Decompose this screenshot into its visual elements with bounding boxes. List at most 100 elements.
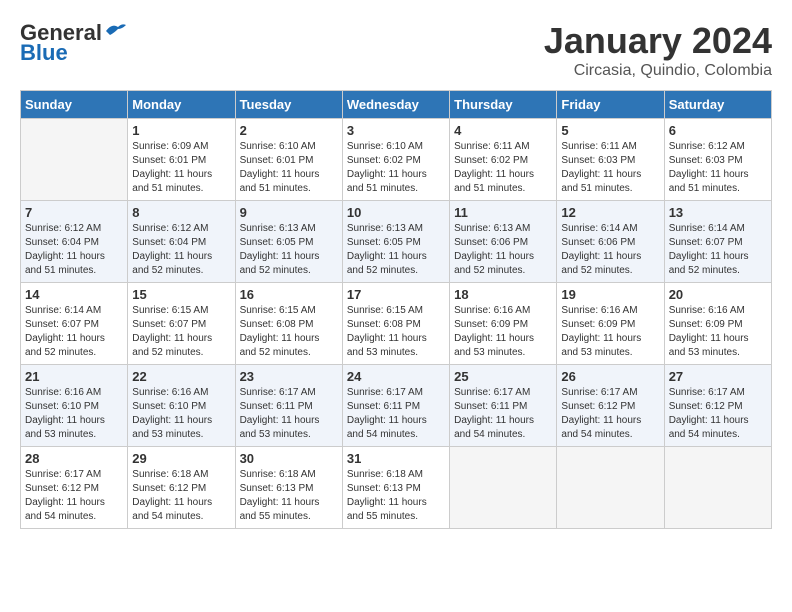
day-info: Sunrise: 6:16 AMSunset: 6:09 PMDaylight:… <box>561 304 659 360</box>
day-number: 21 <box>25 369 123 384</box>
day-number: 2 <box>240 123 338 138</box>
calendar-day-cell: 2 Sunrise: 6:10 AMSunset: 6:01 PMDaylight… <box>235 119 342 201</box>
day-number: 27 <box>669 369 767 384</box>
page-header: General Blue January 2024 Circasia, Quin… <box>20 20 772 80</box>
calendar-day-cell: 25 Sunrise: 6:17 AMSunset: 6:11 PMDayligh… <box>450 365 557 447</box>
calendar-day-cell: 21Sunrise: 6:16 AMSunset: 6:10 PMDayligh… <box>21 365 128 447</box>
calendar-day-cell: 14 Sunrise: 6:14 AMSunset: 6:07 PMDayligh… <box>21 283 128 365</box>
day-info: Sunrise: 6:15 AMSunset: 6:08 PMDaylight:… <box>347 304 445 360</box>
weekday-header-tuesday: Tuesday <box>235 91 342 119</box>
day-info: Sunrise: 6:15 AMSunset: 6:07 PMDaylight:… <box>132 304 230 360</box>
calendar-week-row: 7Sunrise: 6:12 AMSunset: 6:04 PMDaylight… <box>21 201 772 283</box>
calendar-day-cell: 16 Sunrise: 6:15 AMSunset: 6:08 PMDayligh… <box>235 283 342 365</box>
logo-blue: Blue <box>20 40 68 66</box>
day-info: Sunrise: 6:16 AMSunset: 6:09 PMDaylight:… <box>454 304 552 360</box>
calendar-week-row: 14 Sunrise: 6:14 AMSunset: 6:07 PMDayligh… <box>21 283 772 365</box>
calendar-day-cell: 3Sunrise: 6:10 AMSunset: 6:02 PMDaylight… <box>342 119 449 201</box>
day-info: Sunrise: 6:13 AMSunset: 6:06 PMDaylight:… <box>454 222 552 278</box>
day-info: Sunrise: 6:17 AMSunset: 6:11 PMDaylight:… <box>454 386 552 442</box>
day-number: 12 <box>561 205 659 220</box>
day-number: 28 <box>25 451 123 466</box>
weekday-header-thursday: Thursday <box>450 91 557 119</box>
day-info: Sunrise: 6:11 AMSunset: 6:02 PMDaylight:… <box>454 140 552 196</box>
day-info: Sunrise: 6:16 AMSunset: 6:09 PMDaylight:… <box>669 304 767 360</box>
calendar-day-cell: 7Sunrise: 6:12 AMSunset: 6:04 PMDaylight… <box>21 201 128 283</box>
day-number: 4 <box>454 123 552 138</box>
day-info: Sunrise: 6:10 AMSunset: 6:01 PMDaylight:… <box>240 140 338 196</box>
calendar-day-cell: 29 Sunrise: 6:18 AMSunset: 6:12 PMDayligh… <box>128 447 235 529</box>
day-number: 16 <box>240 287 338 302</box>
calendar-day-cell: 6 Sunrise: 6:12 AMSunset: 6:03 PMDaylight… <box>664 119 771 201</box>
day-number: 18 <box>454 287 552 302</box>
day-info: Sunrise: 6:10 AMSunset: 6:02 PMDaylight:… <box>347 140 445 196</box>
weekday-header-sunday: Sunday <box>21 91 128 119</box>
calendar-day-cell: 13Sunrise: 6:14 AMSunset: 6:07 PMDayligh… <box>664 201 771 283</box>
day-info: Sunrise: 6:17 AMSunset: 6:12 PMDaylight:… <box>25 468 123 524</box>
day-number: 10 <box>347 205 445 220</box>
calendar-day-cell: 30 Sunrise: 6:18 AMSunset: 6:13 PMDayligh… <box>235 447 342 529</box>
day-info: Sunrise: 6:17 AMSunset: 6:11 PMDaylight:… <box>347 386 445 442</box>
day-number: 20 <box>669 287 767 302</box>
day-info: Sunrise: 6:17 AMSunset: 6:12 PMDaylight:… <box>561 386 659 442</box>
day-number: 15 <box>132 287 230 302</box>
day-number: 14 <box>25 287 123 302</box>
calendar-week-row: 21 Sunrise: 6:16 AMSunset: 6:10 PMDayligh… <box>21 365 772 447</box>
day-number: 19 <box>561 287 659 302</box>
day-number: 29 <box>132 451 230 466</box>
calendar-day-cell: 5 Sunrise: 6:11 AMSunset: 6:03 PMDaylight… <box>557 119 664 201</box>
day-number: 24 <box>347 369 445 384</box>
day-info: Sunrise: 6:16 AMSunset: 6:10 PMDaylight:… <box>132 386 230 442</box>
day-number: 6 <box>669 123 767 138</box>
day-number: 17 <box>347 287 445 302</box>
day-info: Sunrise: 6:17 AMSunset: 6:12 PMDaylight:… <box>669 386 767 442</box>
day-info: Sunrise: 6:18 AMSunset: 6:12 PMDaylight:… <box>132 468 230 524</box>
day-number: 22 <box>132 369 230 384</box>
day-info: Sunrise: 6:14 AMSunset: 6:07 PMDaylight:… <box>25 304 123 360</box>
calendar-day-cell <box>21 119 128 201</box>
day-info: Sunrise: 6:18 AMSunset: 6:13 PMDaylight:… <box>240 468 338 524</box>
day-number: 25 <box>454 369 552 384</box>
calendar-day-cell <box>450 447 557 529</box>
calendar-day-cell: 8Sunrise: 6:12 AMSunset: 6:04 PMDaylight… <box>128 201 235 283</box>
calendar-day-cell: 22 Sunrise: 6:16 AMSunset: 6:10 PMDayligh… <box>128 365 235 447</box>
calendar-day-cell: 27 Sunrise: 6:17 AMSunset: 6:12 PMDayligh… <box>664 365 771 447</box>
calendar-day-cell: 12 Sunrise: 6:14 AMSunset: 6:06 PMDayligh… <box>557 201 664 283</box>
day-number: 13 <box>669 205 767 220</box>
calendar-table: SundayMondayTuesdayWednesdayThursdayFrid… <box>20 90 772 529</box>
weekday-header-wednesday: Wednesday <box>342 91 449 119</box>
calendar-day-cell: 10 Sunrise: 6:13 AMSunset: 6:05 PMDayligh… <box>342 201 449 283</box>
day-number: 23 <box>240 369 338 384</box>
day-number: 1 <box>132 123 230 138</box>
day-info: Sunrise: 6:12 AMSunset: 6:03 PMDaylight:… <box>669 140 767 196</box>
calendar-day-cell: 20 Sunrise: 6:16 AMSunset: 6:09 PMDayligh… <box>664 283 771 365</box>
day-number: 8 <box>132 205 230 220</box>
day-number: 5 <box>561 123 659 138</box>
calendar-day-cell: 4 Sunrise: 6:11 AMSunset: 6:02 PMDaylight… <box>450 119 557 201</box>
logo: General Blue <box>20 20 128 66</box>
calendar-day-cell: 31 Sunrise: 6:18 AMSunset: 6:13 PMDayligh… <box>342 447 449 529</box>
weekday-header-friday: Friday <box>557 91 664 119</box>
calendar-day-cell: 17 Sunrise: 6:15 AMSunset: 6:08 PMDayligh… <box>342 283 449 365</box>
day-number: 30 <box>240 451 338 466</box>
calendar-day-cell: 23Sunrise: 6:17 AMSunset: 6:11 PMDayligh… <box>235 365 342 447</box>
day-info: Sunrise: 6:09 AMSunset: 6:01 PMDaylight:… <box>132 140 230 196</box>
calendar-day-cell: 18 Sunrise: 6:16 AMSunset: 6:09 PMDayligh… <box>450 283 557 365</box>
weekday-header-monday: Monday <box>128 91 235 119</box>
calendar-day-cell <box>557 447 664 529</box>
day-info: Sunrise: 6:12 AMSunset: 6:04 PMDaylight:… <box>25 222 123 278</box>
day-number: 11 <box>454 205 552 220</box>
calendar-day-cell: 24 Sunrise: 6:17 AMSunset: 6:11 PMDayligh… <box>342 365 449 447</box>
day-info: Sunrise: 6:13 AMSunset: 6:05 PMDaylight:… <box>347 222 445 278</box>
month-title: January 2024 <box>544 20 772 62</box>
day-number: 31 <box>347 451 445 466</box>
calendar-day-cell: 15 Sunrise: 6:15 AMSunset: 6:07 PMDayligh… <box>128 283 235 365</box>
calendar-day-cell: 9Sunrise: 6:13 AMSunset: 6:05 PMDaylight… <box>235 201 342 283</box>
day-info: Sunrise: 6:15 AMSunset: 6:08 PMDaylight:… <box>240 304 338 360</box>
weekday-header-saturday: Saturday <box>664 91 771 119</box>
calendar-day-cell: 19 Sunrise: 6:16 AMSunset: 6:09 PMDayligh… <box>557 283 664 365</box>
day-number: 26 <box>561 369 659 384</box>
day-info: Sunrise: 6:18 AMSunset: 6:13 PMDaylight:… <box>347 468 445 524</box>
day-info: Sunrise: 6:14 AMSunset: 6:06 PMDaylight:… <box>561 222 659 278</box>
day-info: Sunrise: 6:11 AMSunset: 6:03 PMDaylight:… <box>561 140 659 196</box>
location-subtitle: Circasia, Quindio, Colombia <box>544 62 772 80</box>
